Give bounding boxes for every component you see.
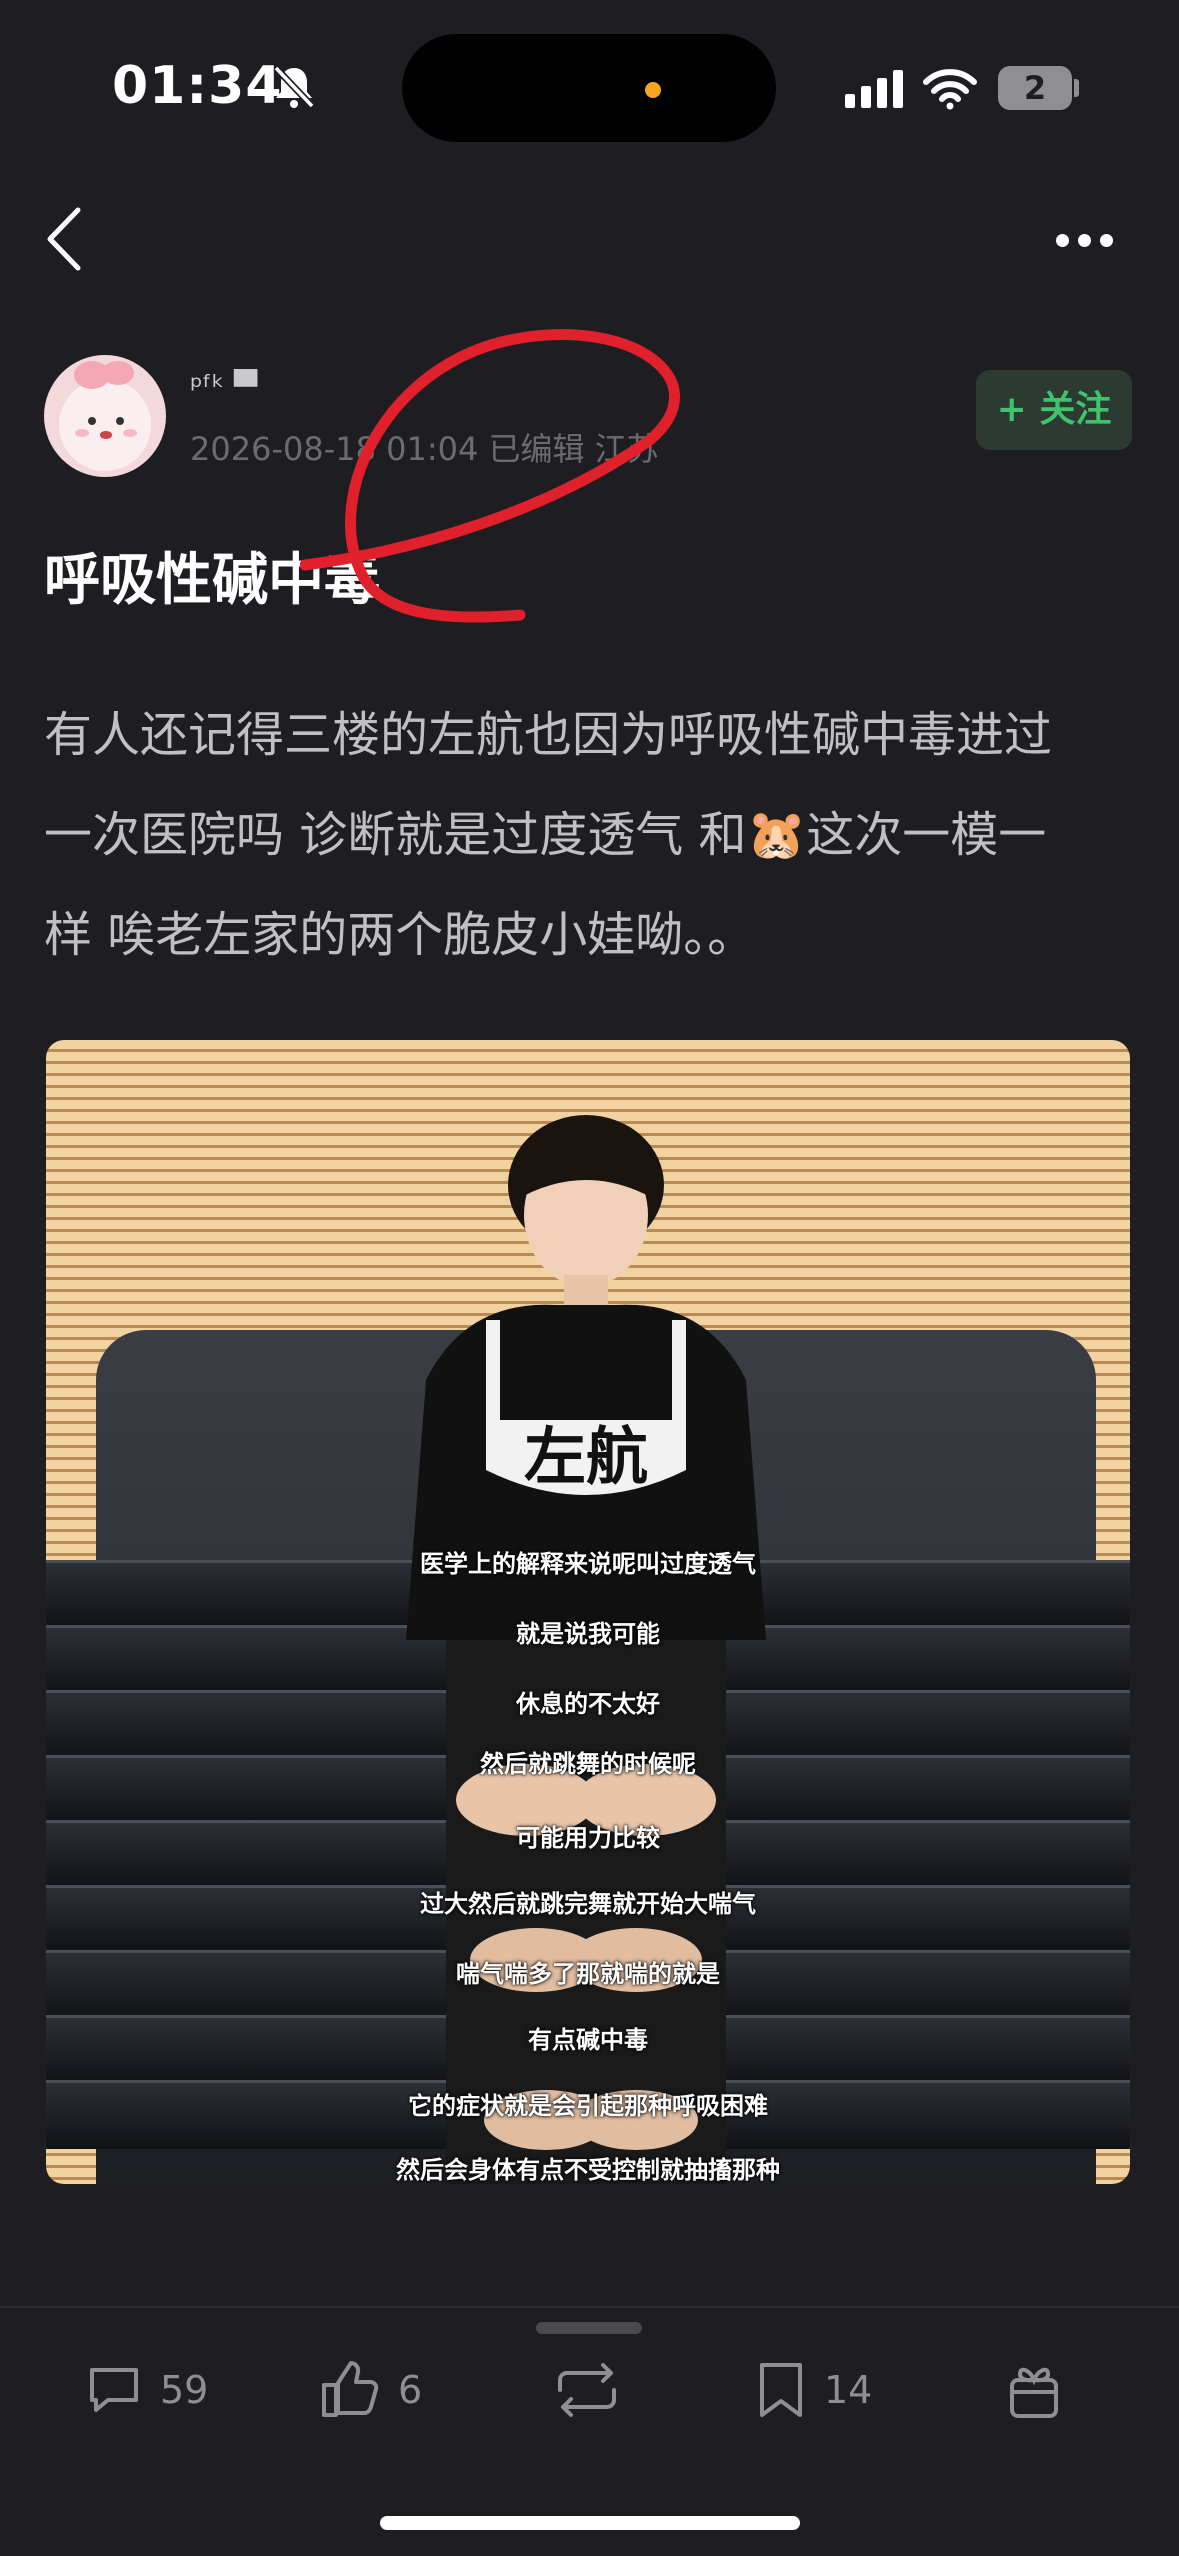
- bookmark-icon: [760, 2363, 802, 2417]
- home-indicator[interactable]: [380, 2516, 800, 2530]
- status-time: 01:34: [112, 56, 283, 116]
- subtitle-line: 休息的不太好: [516, 1690, 660, 1718]
- subtitle-line: 喘气喘多了那就喘的就是: [456, 1960, 720, 1988]
- action-bar-divider: [0, 2306, 1179, 2308]
- thumbs-up-icon: [322, 2361, 379, 2417]
- subtitle-line: 医学上的解释来说呢叫过度透气: [420, 1550, 756, 1578]
- sheet-handle[interactable]: [536, 2322, 642, 2334]
- bookmark-count: 14: [824, 2368, 873, 2412]
- comment-icon: [90, 2368, 138, 2412]
- gift-button[interactable]: [1006, 2350, 1080, 2430]
- subtitle-line: 有点碱中毒: [528, 2026, 648, 2054]
- subtitle-line: 然后就跳舞的时候呢: [480, 1750, 696, 1778]
- post-body-line: 有人还记得三楼的左航也因为呼吸性碱中毒进过: [44, 707, 1053, 763]
- gift-icon: [1010, 2367, 1058, 2418]
- red-annotation-scribble: [300, 329, 680, 623]
- wifi-icon: [923, 69, 977, 110]
- comment-button[interactable]: 59: [86, 2350, 208, 2430]
- dynamic-island: [402, 34, 776, 142]
- author-name[interactable]: ᵖᶠᵏ ▀: [190, 370, 257, 405]
- like-button[interactable]: 6: [320, 2350, 422, 2430]
- repost-button[interactable]: [552, 2350, 640, 2430]
- bookmark-button[interactable]: 14: [756, 2350, 872, 2430]
- battery-indicator: 2: [998, 66, 1072, 110]
- repost-icon: [558, 2363, 616, 2417]
- more-options-icon[interactable]: [1056, 232, 1122, 251]
- subtitle-line: 过大然后就跳完舞就开始大喘气: [420, 1890, 756, 1918]
- battery-cap: [1074, 79, 1079, 97]
- subtitle-line: 它的症状就是会引起那种呼吸困难: [408, 2092, 768, 2120]
- silent-bell-icon: [273, 65, 315, 109]
- follow-button[interactable]: + 关注: [976, 370, 1132, 450]
- shirt-text: 左航: [524, 1420, 648, 1493]
- post-body-line: 样 唉老左家的两个脆皮小娃呦。。: [44, 907, 756, 963]
- post-body-line: 一次医院吗 诊断就是过度透气 和🐹这次一模一: [44, 807, 1047, 863]
- like-count: 6: [398, 2368, 423, 2412]
- author-avatar[interactable]: [44, 355, 166, 477]
- subtitle-line: 然后会身体有点不受控制就抽搐那种: [396, 2156, 780, 2184]
- signal-icon: [845, 70, 903, 108]
- back-chevron-icon[interactable]: [44, 206, 84, 272]
- comment-count: 59: [160, 2368, 209, 2412]
- post-body: 有人还记得三楼的左航也因为呼吸性碱中毒进过 一次医院吗 诊断就是过度透气 和🐹这…: [44, 685, 1144, 985]
- subtitle-line: 可能用力比较: [516, 1824, 660, 1852]
- post-image[interactable]: 左航 医学上的解释来说呢叫过度透气 就是说我可能 休息的不太好 然后就跳舞的时候…: [46, 1040, 1130, 2184]
- privacy-indicator: [645, 82, 661, 98]
- subtitle-line: 就是说我可能: [516, 1620, 660, 1648]
